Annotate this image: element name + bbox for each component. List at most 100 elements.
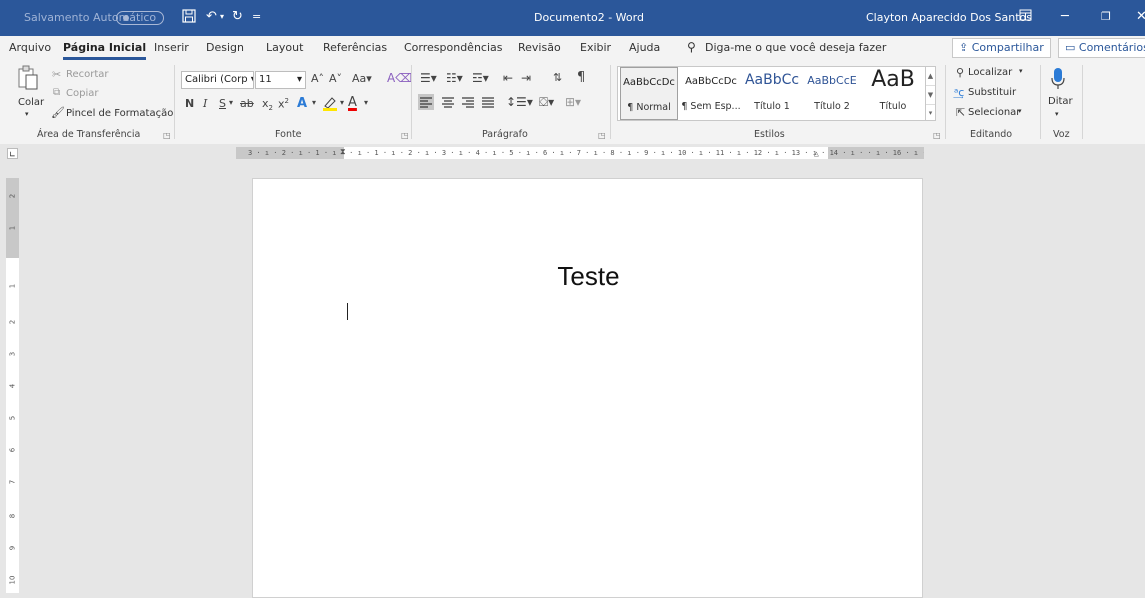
cut-label[interactable]: Recortar [66,69,109,80]
find-icon[interactable]: ⚲ [956,66,964,79]
font-size-combo[interactable]: 11 ▾ [255,71,306,89]
increase-indent-icon[interactable]: ⇥ [521,71,531,85]
share-button[interactable]: ⇪ Compartilhar [952,38,1051,58]
underline-dropdown-icon[interactable]: ▾ [229,98,233,107]
bullets-icon[interactable]: ☰▾ [420,71,437,85]
text-effects-icon[interactable]: A [297,96,307,111]
customize-toolbar-icon[interactable]: = [252,9,261,25]
strikethrough-button[interactable]: ab [240,97,254,110]
redo-icon[interactable]: ↻ [232,9,243,25]
select-icon[interactable]: ⇱ [956,106,965,119]
format-painter-label[interactable]: Pincel de Formatação [66,108,173,119]
tell-me-search[interactable]: Diga-me o que você deseja fazer [705,41,886,54]
microphone-icon[interactable] [1050,67,1066,94]
right-indent-marker-icon[interactable]: △ [814,148,819,159]
paste-dropdown-icon[interactable]: ▾ [25,110,29,118]
dictate-button[interactable]: Ditar [1048,96,1073,107]
text-effects-dropdown-icon[interactable]: ▾ [312,98,316,107]
copy-label[interactable]: Copiar [66,88,98,99]
align-center-icon[interactable] [440,94,456,113]
paste-label[interactable]: Colar [18,97,44,108]
numbering-icon[interactable]: ☷▾ [446,71,463,85]
clear-formatting-icon[interactable]: A⌫ [387,71,412,85]
format-painter-icon[interactable]: 🖌 [51,106,65,119]
scroll-down-icon[interactable]: ▼ [926,85,935,104]
replace-icon[interactable]: ᵃ͢c [954,86,964,99]
style-title[interactable]: AaB Título [864,67,922,120]
search-icon[interactable]: ⚲ [687,40,696,54]
change-case-icon[interactable]: Aa▾ [352,72,372,85]
tab-design[interactable]: Design [206,41,244,54]
style-heading-1[interactable]: AaBbCc Título 1 [744,67,800,120]
tab-exibir[interactable]: Exibir [580,41,611,54]
grow-font-icon[interactable]: A˄ [311,72,324,85]
font-color-button[interactable]: A [348,95,357,110]
autosave-toggle[interactable] [116,11,164,25]
font-launcher-icon[interactable]: ◳ [401,131,409,140]
style-heading-2[interactable]: AaBbCcE Título 2 [804,67,860,120]
decrease-indent-icon[interactable]: ⇤ [503,71,513,85]
shrink-font-icon[interactable]: A˅ [329,72,342,85]
style-normal[interactable]: AaBbCcDc ¶ Normal [620,67,678,120]
shading-icon[interactable]: ⛋▾ [539,95,554,110]
document-page[interactable]: Teste [252,178,923,598]
paragraph-launcher-icon[interactable]: ◳ [598,131,606,140]
document-text[interactable]: Teste [253,261,924,292]
tab-correspondencias[interactable]: Correspondências [404,41,503,54]
italic-button[interactable]: I [203,97,207,110]
select-button[interactable]: Selecionar [968,107,1020,118]
highlight-icon[interactable] [322,95,338,115]
tab-revisao[interactable]: Revisão [518,41,561,54]
sort-icon[interactable]: ⇅ [553,71,562,84]
tab-selector-icon[interactable]: ∟ [7,148,18,159]
multilevel-list-icon[interactable]: ☲▾ [472,71,489,85]
highlight-dropdown-icon[interactable]: ▾ [340,98,344,107]
clipboard-launcher-icon[interactable]: ◳ [163,131,171,140]
font-size-dropdown-icon: ▾ [296,74,302,85]
vertical-ruler[interactable]: 2 1 1 2 3 4 5 6 7 8 9 10 [6,178,19,593]
tab-ajuda[interactable]: Ajuda [629,41,660,54]
underline-button[interactable]: S [219,97,226,110]
comments-button[interactable]: ▭ Comentários [1058,38,1145,58]
more-styles-icon[interactable]: ▾ [926,104,935,122]
align-right-icon[interactable] [460,94,476,113]
editing-group-label: Editando [970,129,1013,140]
borders-icon[interactable]: ⊞▾ [565,95,581,109]
scroll-up-icon[interactable]: ▲ [926,67,935,85]
tab-pagina-inicial[interactable]: Página Inicial [63,41,147,60]
subscript-button[interactable]: x2 [262,97,273,112]
copy-icon[interactable]: ⧉ [53,87,60,98]
undo-dropdown-icon[interactable]: ▾ [220,9,224,25]
bold-button[interactable]: N [185,97,194,110]
ribbon-display-options-icon[interactable] [1019,9,1032,26]
styles-gallery-scroll[interactable]: ▲ ▼ ▾ [926,66,936,121]
style-no-spacing[interactable]: AaBbCcDc ¶ Sem Esp... [680,67,742,120]
horizontal-ruler[interactable]: 3 · ı · 2 · ı · 1 · ı · · ı · 1 · ı · 2 … [236,147,924,159]
tab-referencias[interactable]: Referências [323,41,387,54]
tab-arquivo[interactable]: Arquivo [9,41,51,54]
find-button[interactable]: Localizar [968,67,1012,78]
indent-marker-icon[interactable]: ⧗ [340,147,346,158]
cut-icon[interactable]: ✂ [52,68,61,81]
save-icon[interactable] [182,9,196,28]
font-color-dropdown-icon[interactable]: ▾ [364,98,368,107]
select-dropdown-icon[interactable]: ▾ [1018,107,1022,115]
align-left-icon[interactable] [418,94,434,110]
show-formatting-icon[interactable]: ¶ [577,70,585,85]
minimize-icon[interactable]: ─ [1061,9,1069,25]
tab-inserir[interactable]: Inserir [154,41,189,54]
line-spacing-icon[interactable]: ↕☰▾ [506,95,533,109]
justify-icon[interactable] [480,94,496,113]
replace-button[interactable]: Substituir [968,87,1016,98]
paste-icon[interactable] [17,65,39,97]
superscript-button[interactable]: x2 [278,97,289,111]
styles-launcher-icon[interactable]: ◳ [933,131,941,140]
undo-icon[interactable]: ↶ [206,9,217,25]
close-icon[interactable]: ✕ [1136,9,1145,25]
find-dropdown-icon[interactable]: ▾ [1019,67,1023,75]
tab-layout[interactable]: Layout [266,41,303,54]
user-name[interactable]: Clayton Aparecido Dos Santos [866,11,1032,24]
restore-icon[interactable]: ❐ [1101,9,1111,25]
dictate-dropdown-icon[interactable]: ▾ [1055,110,1059,118]
font-name-combo[interactable]: Calibri (Corp ▾ [181,71,254,89]
